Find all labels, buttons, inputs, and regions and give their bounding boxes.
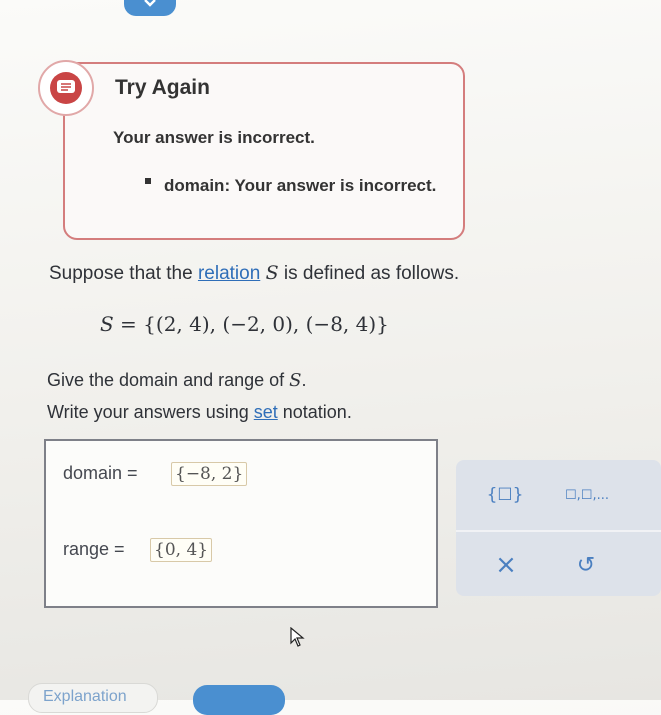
domain-input[interactable]: {−8, 2}	[171, 462, 248, 486]
set-variable: S	[100, 312, 114, 336]
set-link[interactable]: set	[254, 402, 278, 422]
instruction-text-post: notation.	[277, 402, 352, 422]
chevron-down-icon	[144, 0, 156, 7]
answer-box: domain = {−8, 2} range = {0, 4}	[44, 439, 438, 608]
explanation-button[interactable]: Explanation	[28, 683, 158, 713]
feedback-icon	[38, 60, 94, 116]
question-prompt: Give the domain and range of S.	[47, 370, 307, 391]
math-toolbar: {☐} ☐,☐,... × ↺	[456, 460, 661, 596]
feedback-bullet: domain: Your answer is incorrect.	[164, 176, 437, 195]
domain-label: domain =	[63, 463, 138, 483]
relation-link[interactable]: relation	[198, 263, 260, 284]
range-label: range =	[63, 539, 125, 559]
range-input[interactable]: {0, 4}	[150, 538, 213, 562]
undo-button[interactable]: ↺	[566, 548, 606, 582]
set-definition: S = {(2, 4), (−2, 0), (−8, 4)}	[100, 312, 389, 336]
intro-variable: S	[265, 262, 279, 284]
collapse-tab[interactable]	[124, 0, 176, 16]
prompt-text-post: .	[301, 370, 307, 390]
toolbar-divider	[456, 530, 661, 532]
set-definition-body: = {(2, 4), (−2, 0), (−8, 4)}	[113, 312, 389, 336]
bullet-icon	[145, 178, 151, 184]
feedback-title: Try Again	[115, 76, 210, 99]
intro-text-pre: Suppose that the	[49, 263, 198, 284]
message-icon	[57, 80, 75, 93]
question-intro: Suppose that the relation S is defined a…	[49, 262, 459, 285]
instruction-text-pre: Write your answers using	[47, 402, 254, 422]
prompt-variable: S	[289, 370, 302, 391]
check-button[interactable]	[193, 685, 285, 715]
set-braces-button[interactable]: {☐}	[480, 480, 530, 510]
question-instruction: Write your answers using set notation.	[47, 402, 352, 423]
prompt-text-pre: Give the domain and range of	[47, 370, 290, 390]
intro-text-post: is defined as follows.	[278, 263, 460, 284]
cursor-icon	[290, 627, 305, 647]
list-button[interactable]: ☐,☐,...	[552, 480, 622, 510]
clear-button[interactable]: ×	[486, 548, 526, 582]
feedback-message: Your answer is incorrect.	[113, 128, 315, 147]
